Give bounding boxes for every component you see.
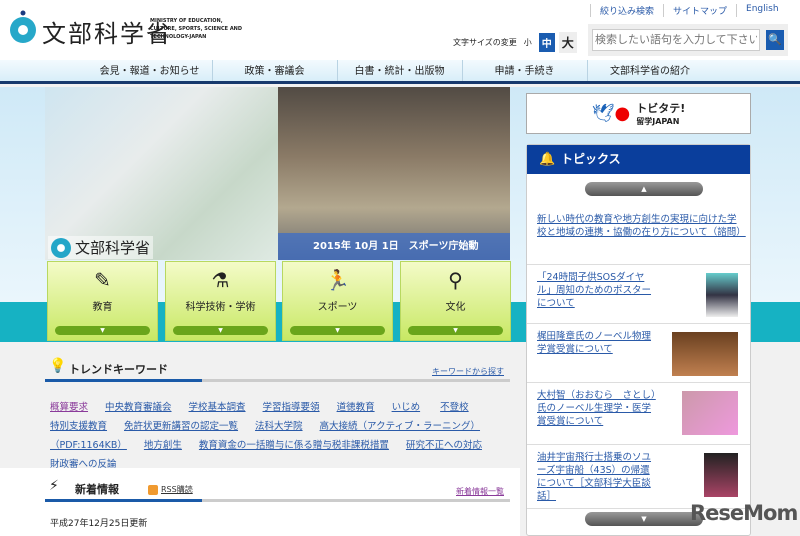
tile-label: 科学技術・学術 <box>185 302 256 313</box>
font-size-medium[interactable]: 中 <box>538 33 555 52</box>
sitemap-link[interactable]: サイトマップ <box>663 4 736 17</box>
keyword-link[interactable]: 中央教育審議会 <box>105 402 172 413</box>
keyword-link[interactable]: 不登校 <box>440 402 469 413</box>
tile-label: 文化 <box>445 302 466 313</box>
ministry-logo-icon <box>10 10 36 43</box>
topic-item: 新しい時代の教育や地方創生の実現に向けた学校と地域の連携・協働の在り方について（… <box>527 207 750 265</box>
hall-thumbnail[interactable] <box>672 332 738 376</box>
topics-panel: 🔔 トピックス ▲ 新しい時代の教育や地方創生の実現に向けた学校と地域の連携・協働… <box>526 144 751 536</box>
news-header: ⚡ 新着情報 RSS購読 新着情報一覧 <box>45 478 510 502</box>
tile-sports[interactable]: 🏃 スポーツ ▼ <box>282 261 393 341</box>
keyword-link[interactable]: 教育資金の一括贈与に係る贈与税非課税措置 <box>199 440 389 451</box>
topic-link[interactable]: 「24時間子供SOSダイヤル」周知のためのポスターについて <box>537 271 657 310</box>
chevron-down-icon[interactable]: ▼ <box>55 326 150 335</box>
tobitate-banner[interactable]: 🕊● トビタテ! 留学JAPAN <box>526 93 751 134</box>
search-box: 🔍 <box>588 24 788 56</box>
chevron-down-icon[interactable]: ▼ <box>173 326 268 335</box>
tile-label: スポーツ <box>317 302 358 313</box>
news-list-link[interactable]: 新着情報一覧 <box>456 486 504 497</box>
keyword-link[interactable]: 免許状更新講習の認定一覧 <box>124 421 238 432</box>
topic-link[interactable]: 大村智（おおむら さとし）氏のノーベル生理学・医学賞受賞について <box>537 389 657 428</box>
resemom-watermark: ReseMom <box>690 501 798 525</box>
news-title: 新着情報 <box>75 483 119 496</box>
keyword-search-link[interactable]: キーワードから探す <box>432 366 504 377</box>
astronaut-thumbnail[interactable] <box>704 453 738 497</box>
tile-science[interactable]: ⚗ 科学技術・学術 ▼ <box>165 261 276 341</box>
bird-logo-icon: 🕊● <box>591 103 631 124</box>
medal-icon: ⚲ <box>448 268 463 292</box>
font-size-control: 文字サイズの変更 小 中 大 <box>453 32 577 53</box>
search-button[interactable]: 🔍 <box>766 30 784 50</box>
nav-press[interactable]: 会見・報道・お知らせ <box>88 60 213 81</box>
pencil-icon: ✎ <box>94 268 111 292</box>
banner-title: トビタテ! <box>636 102 686 115</box>
trend-header: 💡 トレンドキーワード キーワードから探す <box>45 358 510 382</box>
english-link[interactable]: English <box>736 4 788 17</box>
bell-icon: 🔔 <box>539 152 556 167</box>
logo-english: MINISTRY OF EDUCATION, CULTURE, SPORTS, … <box>150 18 243 40</box>
nav-policy[interactable]: 政策・審議会 <box>213 60 338 81</box>
keyword-link[interactable]: 道徳教育 <box>337 402 375 413</box>
keyword-link[interactable]: 学習指導要領 <box>263 402 320 413</box>
runner-icon: 🏃 <box>325 268 350 292</box>
keyword-list: 概算要求 中央教育審議会 学校基本調査 学習指導要領 道徳教育 いじめ 不登校特別支援教育… <box>50 398 510 474</box>
keyword-link[interactable]: 学校基本調査 <box>189 402 246 413</box>
topic-item: 油井宇宙飛行士搭乗のソユーズ宇宙船（43S）の帰還について［文部科学大臣談話］ <box>527 445 750 509</box>
topic-item: 梶田隆章氏のノーベル物理学賞受賞について <box>527 324 750 383</box>
topic-item: 大村智（おおむら さとし）氏のノーベル生理学・医学賞受賞について <box>527 383 750 445</box>
rss-link[interactable]: RSS購読 <box>148 484 193 495</box>
nav-applications[interactable]: 申請・手続き <box>463 60 588 81</box>
tile-education[interactable]: ✎ 教育 ▼ <box>47 261 158 341</box>
nav-publications[interactable]: 白書・統計・出版物 <box>338 60 463 81</box>
banner-sub: 留学JAPAN <box>636 117 680 126</box>
lightning-icon: ⚡ <box>49 478 59 494</box>
flask-icon: ⚗ <box>211 268 230 292</box>
scroll-down-button[interactable]: ▼ <box>585 512 703 526</box>
top-links: 絞り込み検索 サイトマップ English <box>590 4 788 17</box>
font-size-small[interactable]: 小 <box>521 35 535 50</box>
font-size-label: 文字サイズの変更 <box>453 38 517 47</box>
ceremony-thumbnail[interactable] <box>682 391 738 435</box>
keyword-link[interactable]: 地方創生 <box>144 440 182 451</box>
chevron-down-icon[interactable]: ▼ <box>290 326 385 335</box>
hero-logo: 文部科学省 <box>48 236 154 259</box>
global-nav: 会見・報道・お知らせ 政策・審議会 白書・統計・出版物 申請・手続き 文部科学省… <box>0 60 800 84</box>
topic-item: 「24時間子供SOSダイヤル」周知のためのポスターについて <box>527 265 750 324</box>
tile-culture[interactable]: ⚲ 文化 ▼ <box>400 261 511 341</box>
narrow-search-link[interactable]: 絞り込み検索 <box>590 4 663 17</box>
lightbulb-icon: 💡 <box>49 358 67 374</box>
keyword-link[interactable]: いじめ <box>392 402 421 413</box>
tile-label: 教育 <box>92 302 113 313</box>
scroll-up-button[interactable]: ▲ <box>585 182 703 196</box>
hero-caption[interactable]: 2015年 10月 1日 スポーツ庁始動 <box>278 233 510 260</box>
rss-icon <box>148 484 158 495</box>
keyword-link[interactable]: 特別支援教育 <box>50 421 107 432</box>
keyword-link[interactable]: 研究不正への対応 <box>406 440 482 451</box>
hero-logo-text: 文部科学省 <box>75 239 151 257</box>
nav-about[interactable]: 文部科学省の紹介 <box>588 60 713 81</box>
update-date: 平成27年12月25日更新 <box>50 519 148 529</box>
ministry-logo-icon <box>51 237 71 258</box>
font-size-large[interactable]: 大 <box>558 32 577 53</box>
keyword-link[interactable]: 法科大学院 <box>255 421 303 432</box>
keyword-link[interactable]: 概算要求 <box>50 402 88 413</box>
trend-title: トレンドキーワード <box>69 363 168 376</box>
poster-thumbnail[interactable] <box>706 273 738 317</box>
search-input[interactable] <box>592 28 760 51</box>
topic-link[interactable]: 新しい時代の教育や地方創生の実現に向けた学校と地域の連携・協働の在り方について（… <box>537 213 746 239</box>
hero-image-children[interactable] <box>45 87 278 260</box>
topics-title: トピックス <box>561 152 621 166</box>
topic-link[interactable]: 油井宇宙飛行士搭乗のソユーズ宇宙船（43S）の帰還について［文部科学大臣談話］ <box>537 451 657 503</box>
topic-link[interactable]: 梶田隆章氏のノーベル物理学賞受賞について <box>537 330 657 356</box>
chevron-down-icon[interactable]: ▼ <box>408 326 503 335</box>
